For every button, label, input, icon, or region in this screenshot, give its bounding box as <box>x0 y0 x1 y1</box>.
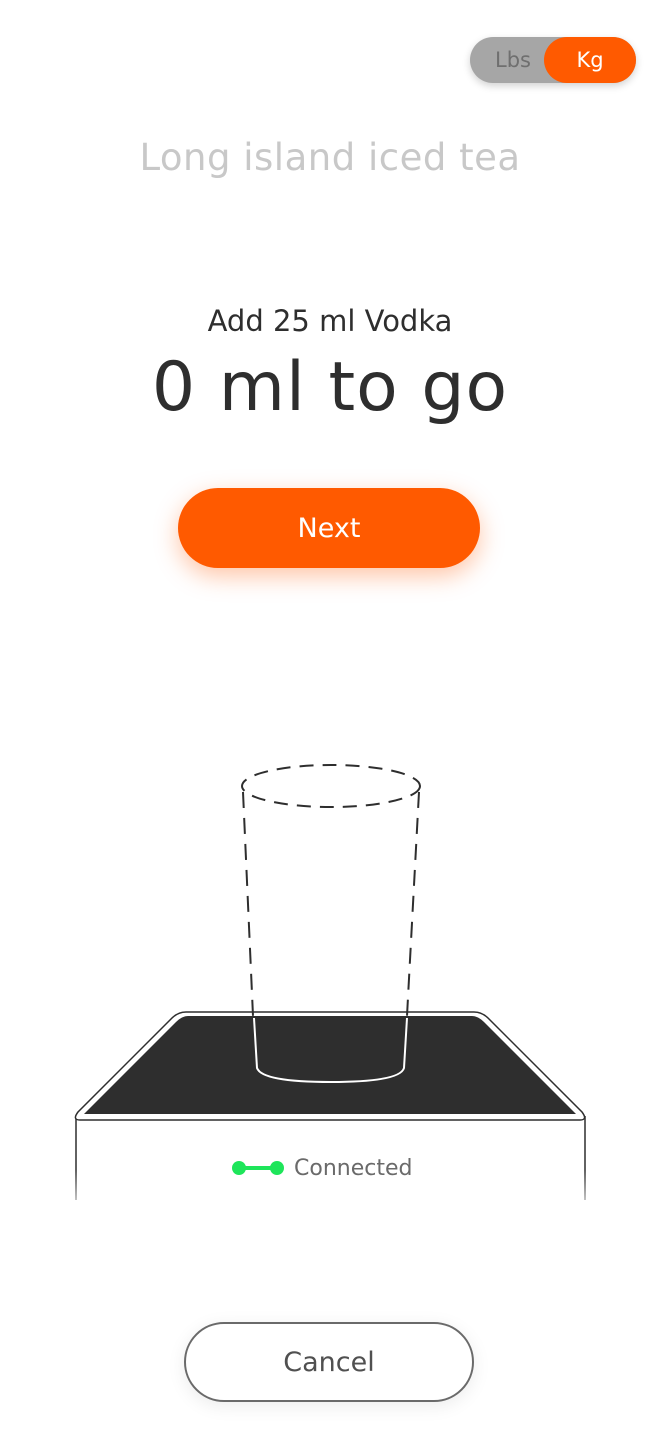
scale-top <box>74 1011 586 1121</box>
remaining-amount: 0 ml to go <box>151 348 509 427</box>
scale-with-glass-illustration <box>70 764 594 1220</box>
unit-option-kg[interactable]: Kg <box>544 37 636 83</box>
cancel-button[interactable]: Cancel <box>184 1322 474 1402</box>
screen: Lbs Kg Long island iced tea Add 25 ml Vo… <box>0 0 660 1440</box>
unit-toggle[interactable]: Lbs Kg <box>470 37 636 83</box>
step-instruction: Add 25 ml Vodka <box>207 304 453 338</box>
unit-option-lbs[interactable]: Lbs <box>478 37 548 83</box>
connection-status: Connected <box>230 1152 412 1184</box>
connection-status-label: Connected <box>294 1155 413 1181</box>
connected-icon <box>232 1161 284 1175</box>
next-button[interactable]: Next <box>178 488 480 568</box>
recipe-title: Long island iced tea <box>139 136 521 179</box>
